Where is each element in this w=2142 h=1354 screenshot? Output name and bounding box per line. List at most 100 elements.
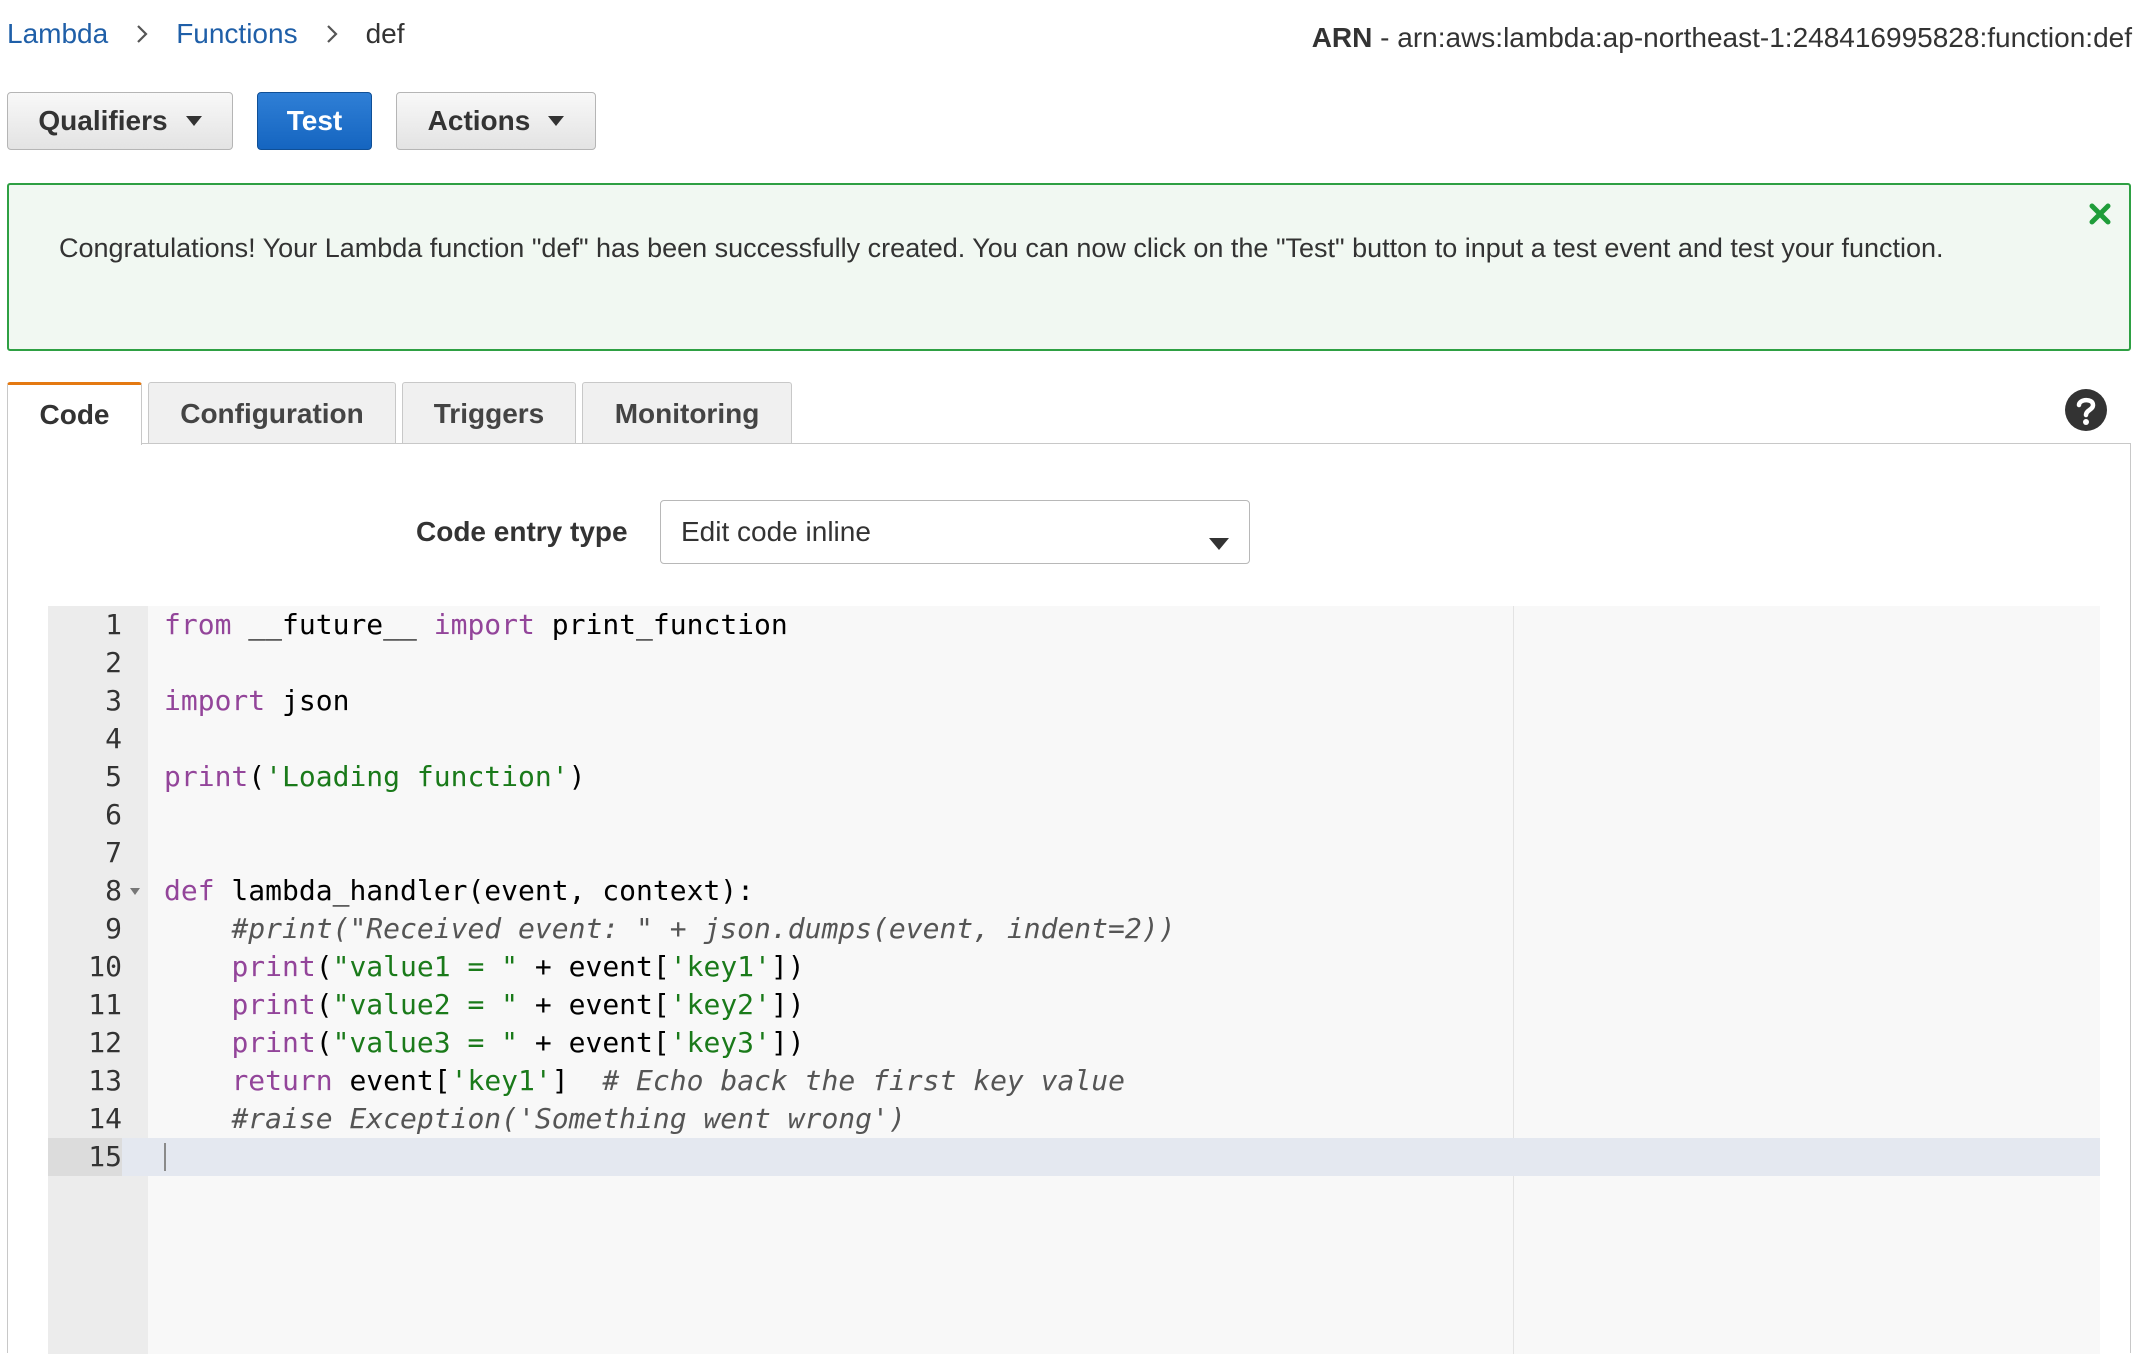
code-line[interactable]: 2	[48, 644, 2100, 682]
code-token: (	[315, 988, 333, 1021]
code-token: ])	[770, 950, 805, 983]
code-editor[interactable]: 1 from __future__ import print_function 2 3…	[48, 606, 2100, 1354]
code-token: lambda_handler(event, context):	[214, 874, 755, 907]
code-entry-type-select[interactable]: Edit code inline	[660, 500, 1250, 564]
line-number: 7	[105, 836, 122, 869]
line-number: 10	[88, 950, 122, 983]
line-number: 14	[88, 1102, 122, 1135]
code-token: print	[231, 950, 316, 983]
code-token: (	[315, 1026, 333, 1059]
code-text: import json	[164, 682, 349, 720]
code-line[interactable]: 9 #print("Received event: " + json.dumps…	[48, 910, 2100, 948]
top-bar: Lambda Functions def ARN - arn:aws:lambd…	[0, 0, 2142, 80]
actions-label: Actions	[427, 105, 531, 136]
tab-configuration[interactable]: Configuration	[148, 382, 396, 444]
code-text: #print("Received event: " + json.dumps(e…	[164, 910, 1175, 948]
code-token: 'key2'	[669, 988, 771, 1021]
code-token: 'key3'	[669, 1026, 771, 1059]
function-arn: ARN - arn:aws:lambda:ap-northeast-1:2484…	[1312, 22, 2132, 54]
code-token: __future__	[231, 608, 434, 641]
code-token: 'key1'	[669, 950, 771, 983]
line-number: 11	[88, 988, 122, 1021]
code-token: def	[164, 874, 215, 907]
code-token: )	[568, 760, 586, 793]
code-text: print("value3 = " + event['key3'])	[164, 1024, 804, 1062]
actions-dropdown-button[interactable]: Actions	[396, 92, 596, 150]
fold-toggle-icon[interactable]	[130, 872, 144, 910]
success-alert: Congratulations! Your Lambda function "d…	[7, 183, 2131, 351]
line-number: 12	[88, 1026, 122, 1059]
breadcrumb-functions-link[interactable]: Functions	[176, 18, 297, 50]
code-entry-type-label: Code entry type	[416, 516, 628, 547]
code-token: from	[164, 608, 232, 641]
code-line[interactable]: 8 def lambda_handler(event, context):	[48, 872, 2100, 910]
code-token: "value3 = "	[332, 1026, 519, 1059]
tab-triggers[interactable]: Triggers	[402, 382, 576, 444]
function-toolbar: Qualifiers Test Actions	[7, 92, 596, 150]
code-token: return	[231, 1064, 333, 1097]
code-token: import	[164, 684, 266, 717]
tab-monitoring[interactable]: Monitoring	[582, 382, 792, 444]
code-text: #raise Exception('Something went wrong')	[164, 1100, 906, 1138]
code-line[interactable]: 7	[48, 834, 2100, 872]
code-token: json	[265, 684, 350, 717]
code-line[interactable]: 12 print("value3 = " + event['key3'])	[48, 1024, 2100, 1062]
line-number: 13	[88, 1064, 122, 1097]
caret-down-icon	[548, 116, 565, 126]
code-line[interactable]: 1 from __future__ import print_function	[48, 606, 2100, 644]
close-icon[interactable]	[2089, 203, 2111, 230]
code-token: ]	[551, 1064, 603, 1097]
code-line[interactable]: 13 return event['key1'] # Echo back the …	[48, 1062, 2100, 1100]
qualifiers-dropdown-button[interactable]: Qualifiers	[7, 92, 233, 150]
code-token: 'Loading function'	[265, 760, 569, 793]
code-line[interactable]: 3 import json	[48, 682, 2100, 720]
breadcrumb-lambda-link[interactable]: Lambda	[7, 18, 108, 50]
code-line[interactable]: 11 print("value2 = " + event['key2'])	[48, 986, 2100, 1024]
line-number: 15	[48, 1138, 122, 1176]
code-token: (	[248, 760, 266, 793]
code-token: #print("Received event: " + json.dumps(e…	[231, 912, 1176, 945]
code-line[interactable]: 4	[48, 720, 2100, 758]
line-number: 9	[105, 912, 122, 945]
help-icon[interactable]	[2064, 388, 2108, 437]
code-token: # Echo back the first key value	[602, 1064, 1125, 1097]
code-text: print("value2 = " + event['key2'])	[164, 986, 805, 1024]
code-line[interactable]: 14 #raise Exception('Something went wron…	[48, 1100, 2100, 1138]
caret-down-icon	[185, 116, 202, 126]
code-token: 'key1'	[450, 1064, 552, 1097]
chevron-right-icon	[136, 24, 148, 44]
caret-down-icon	[1209, 525, 1229, 557]
code-line[interactable]: 10 print("value1 = " + event['key1'])	[48, 948, 2100, 986]
line-number: 5	[105, 760, 122, 793]
arn-separator: -	[1372, 22, 1398, 53]
line-number: 4	[105, 722, 122, 755]
line-number: 2	[105, 646, 122, 679]
code-text: from __future__ import print_function	[164, 606, 788, 644]
line-number: 8	[105, 874, 122, 907]
code-line[interactable]: 6	[48, 796, 2100, 834]
code-token: print	[231, 988, 316, 1021]
qualifiers-label: Qualifiers	[38, 105, 168, 136]
code-token: + event[	[518, 950, 670, 983]
code-text: print("value1 = " + event['key1'])	[164, 948, 805, 986]
code-token: "value1 = "	[332, 950, 519, 983]
code-line[interactable]: 5 print('Loading function')	[48, 758, 2100, 796]
code-token: #raise Exception('Something went wrong')	[231, 1102, 906, 1135]
code-token: print	[164, 760, 249, 793]
tab-code[interactable]: Code	[7, 382, 142, 445]
function-tabs: Code Configuration Triggers Monitoring	[7, 382, 798, 445]
code-token: ])	[770, 988, 805, 1021]
code-entry-type-value: Edit code inline	[681, 516, 871, 547]
chevron-right-icon	[326, 24, 338, 44]
code-token: + event[	[518, 1026, 670, 1059]
text-cursor	[164, 1143, 166, 1171]
code-token: (	[315, 950, 333, 983]
code-token: + event[	[518, 988, 670, 1021]
test-button[interactable]: Test	[257, 92, 372, 150]
code-line[interactable]: 15	[48, 1138, 2100, 1176]
